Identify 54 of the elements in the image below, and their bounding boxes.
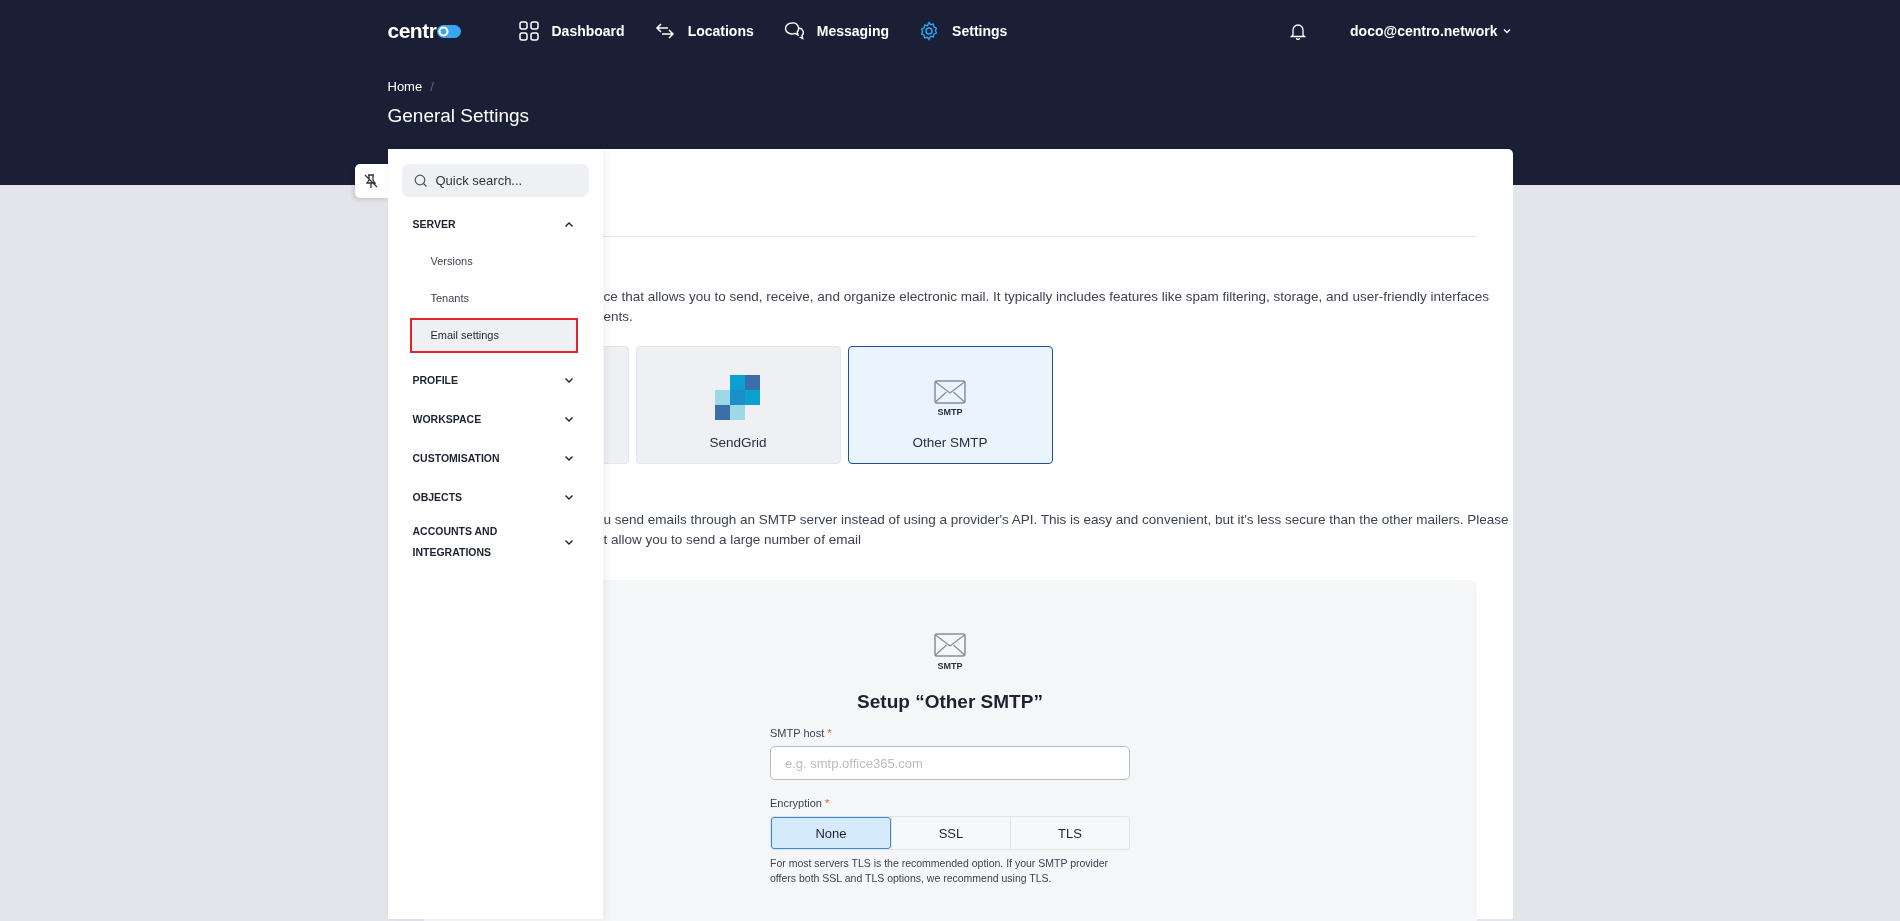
nav-link[interactable]: Messaging	[783, 21, 890, 41]
sidebar-section[interactable]: WORKSPACE	[387, 400, 603, 439]
sidebar-section[interactable]: CUSTOMISATION	[387, 439, 603, 478]
description-text: ce that allows you to send, receive, and organize electronic mail. It typically includes features like spam filtering, storage, and user-friendly interfaces	[603, 288, 1489, 306]
nav-link[interactable]: Locations	[654, 21, 754, 41]
encryption-option[interactable]: None	[771, 817, 891, 849]
arrows-icon	[654, 21, 675, 41]
chevron-down-icon	[563, 455, 574, 462]
envelope-icon	[934, 633, 966, 657]
field-label: Encryption *	[770, 797, 831, 809]
search-field[interactable]: Quick search...	[401, 164, 589, 197]
gear-icon	[919, 21, 940, 41]
logo-text[interactable]: centr	[387, 19, 437, 43]
sidebar-section[interactable]: PROFILE	[387, 361, 603, 400]
provider-card[interactable]: SMTP Other SMTP	[847, 346, 1053, 464]
sendgrid-logo-icon	[715, 375, 761, 421]
provider-card[interactable]: SendGrid	[635, 346, 841, 464]
smtp-host-field[interactable]: e.g. smtp.office365.com	[770, 746, 1130, 780]
smtp-label: SMTP	[937, 661, 963, 671]
unpin-button[interactable]	[354, 164, 388, 198]
envelope-icon	[934, 379, 966, 404]
description-text: ents.	[603, 308, 633, 326]
breadcrumb-separator: /	[430, 79, 434, 94]
chevron-down-icon	[563, 416, 574, 423]
help-text: For most servers TLS is the recommended option. If your SMTP provider offers both SSL and TLS options, we recommend using TLS.	[770, 856, 1110, 886]
description-text: u send emails through an SMTP server instead of using a provider's API. This is easy and convenient, but it's less secure than the other mailers. Please	[603, 511, 1509, 529]
field-label: SMTP host *	[770, 727, 833, 739]
nav-link[interactable]: Settings	[919, 21, 1008, 41]
chevron-down-icon	[563, 494, 574, 501]
chevron-down-icon	[563, 377, 574, 384]
chevron-down-icon	[563, 538, 574, 546]
logo-pill-icon	[437, 24, 462, 38]
sidebar-item[interactable]: Versions	[409, 244, 578, 279]
sidebar-item[interactable]: Tenants	[409, 281, 578, 316]
grid-icon	[518, 21, 539, 41]
chat-icon	[783, 21, 804, 41]
sidebar-section[interactable]: ACCOUNTS AND INTEGRATIONS	[387, 517, 603, 563]
breadcrumb-link[interactable]: Home	[387, 79, 423, 94]
smtp-label: SMTP	[937, 406, 963, 417]
bell-icon[interactable]	[1290, 22, 1307, 40]
encryption-option[interactable]: SSL	[891, 817, 1010, 849]
encryption-option[interactable]: TLS	[1010, 817, 1129, 849]
nav-link[interactable]: Dashboard	[518, 21, 625, 41]
sidebar-item[interactable]: Email settings	[409, 318, 578, 353]
search-icon	[413, 174, 428, 188]
pin-off-icon	[363, 173, 379, 189]
sidebar-section[interactable]: SERVER	[387, 205, 603, 244]
caret-icon	[1502, 28, 1511, 34]
setup-title: Setup “Other SMTP”	[857, 691, 1043, 713]
page-title: General Settings	[387, 105, 531, 127]
description-text: t allow you to send a large number of email	[603, 531, 861, 549]
sidebar-section[interactable]: OBJECTS	[387, 478, 603, 517]
chevron-up-icon	[563, 221, 574, 228]
user-menu[interactable]: doco@centro.network	[1350, 23, 1511, 39]
